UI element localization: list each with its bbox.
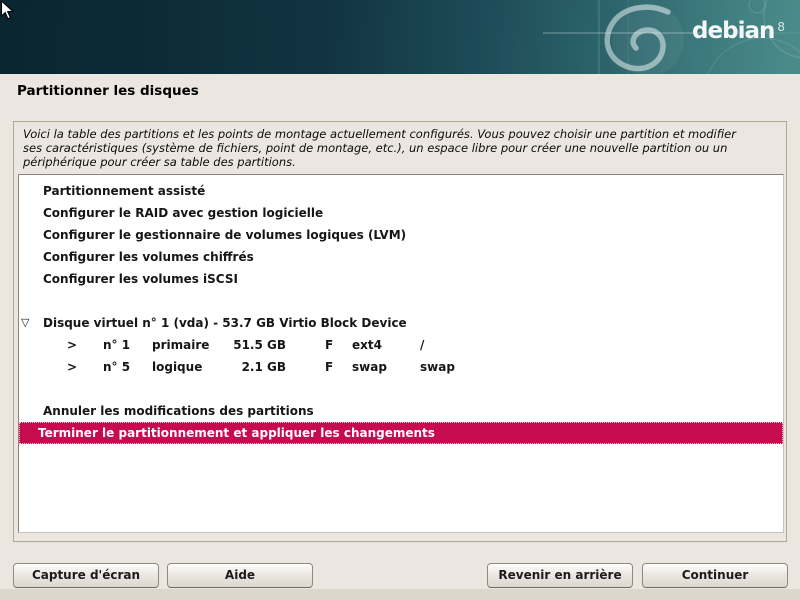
menu-item-configure-raid[interactable]: Configurer le RAID avec gestion logiciel…: [19, 202, 783, 224]
partition-listbox[interactable]: Partitionnement assisté Configurer le RA…: [18, 174, 784, 533]
menu-item-undo-changes[interactable]: Annuler les modifications des partitions: [19, 400, 783, 422]
partition-number: n° 5: [103, 356, 130, 378]
partition-filesystem: swap: [352, 356, 387, 378]
decorative-ring-small: [749, 0, 765, 13]
expander-triangle-icon[interactable]: ▽: [21, 312, 37, 334]
partition-format-flag: F: [325, 356, 333, 378]
disk-label: Disque virtuel n° 1 (vda) - 53.7 GB Virt…: [43, 316, 407, 330]
partition-filesystem: ext4: [352, 334, 382, 356]
debian-wordmark: debian8: [692, 18, 785, 44]
partition-mountpoint: swap: [420, 356, 455, 378]
partition-marker-icon: >: [67, 334, 77, 356]
help-button[interactable]: Aide: [167, 563, 313, 588]
intro-text: Voici la table des partitions et les poi…: [23, 128, 743, 169]
partition-frame: Voici la table des partitions et les poi…: [13, 121, 787, 542]
page-title: Partitionner les disques: [17, 83, 199, 99]
footer-strip: [0, 589, 800, 600]
list-spacer: [19, 290, 783, 312]
menu-item-configure-encrypted[interactable]: Configurer les volumes chiffrés: [19, 246, 783, 268]
partition-format-flag: F: [325, 334, 333, 356]
mouse-cursor-icon: [0, 0, 16, 22]
menu-item-configure-lvm[interactable]: Configurer le gestionnaire de volumes lo…: [19, 224, 783, 246]
partition-number: n° 1: [103, 334, 130, 356]
debian-swirl-icon: [607, 4, 684, 74]
partition-size: 51.5 GB: [189, 334, 286, 356]
partition-mountpoint: /: [420, 334, 424, 356]
menu-item-configure-iscsi[interactable]: Configurer les volumes iSCSI: [19, 268, 783, 290]
banner: debian8: [0, 0, 800, 74]
go-back-button[interactable]: Revenir en arrière: [487, 563, 633, 588]
partition-marker-icon: >: [67, 356, 77, 378]
list-spacer: [19, 378, 783, 400]
partition-row-2[interactable]: > n° 5 logique 2.1 GB F swap swap: [19, 356, 783, 378]
menu-item-finish-partitioning[interactable]: Terminer le partitionnement et appliquer…: [19, 422, 783, 444]
brand-name: debian: [692, 18, 774, 44]
continue-button[interactable]: Continuer: [642, 563, 788, 588]
banner-artwork: [0, 0, 800, 74]
disk-header-row[interactable]: ▽ Disque virtuel n° 1 (vda) - 53.7 GB Vi…: [19, 312, 783, 334]
menu-item-guided-partitioning[interactable]: Partitionnement assisté: [19, 180, 783, 202]
brand-version: 8: [777, 20, 785, 34]
screenshot-button[interactable]: Capture d'écran: [13, 563, 159, 588]
partition-size: 2.1 GB: [189, 356, 286, 378]
partition-row-1[interactable]: > n° 1 primaire 51.5 GB F ext4 /: [19, 334, 783, 356]
